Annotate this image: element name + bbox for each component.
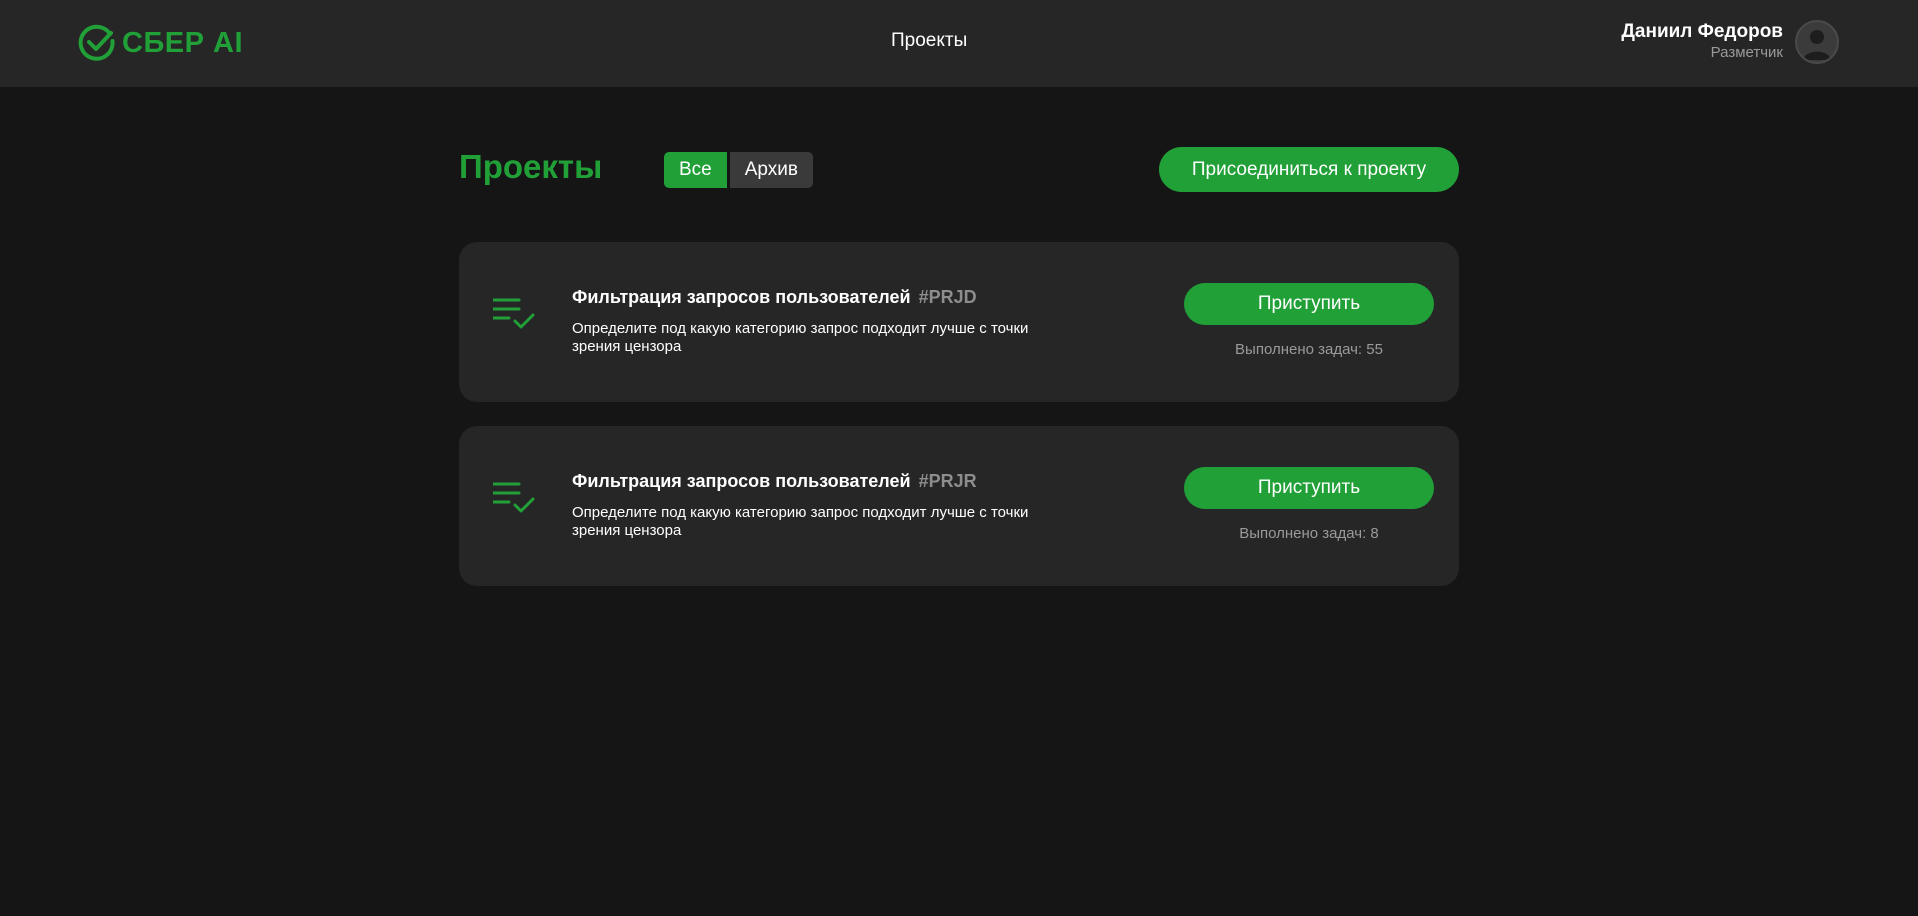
project-title-row: Фильтрация запросов пользователей #PRJD bbox=[572, 287, 977, 308]
checklist-icon bbox=[493, 298, 535, 329]
project-card: Фильтрация запросов пользователей #PRJR О… bbox=[459, 426, 1459, 586]
tab-all[interactable]: Все bbox=[664, 152, 727, 188]
tab-archive[interactable]: Архив bbox=[729, 152, 813, 188]
project-code: #PRJD bbox=[918, 287, 977, 307]
project-description: Определите под какую категорию запрос по… bbox=[572, 504, 1029, 539]
user-name: Даниил Федоров bbox=[1621, 21, 1783, 42]
join-project-button[interactable]: Присоединиться к проекту bbox=[1159, 147, 1459, 192]
logo[interactable]: СБЕР AI bbox=[78, 22, 243, 64]
page-title: Проекты bbox=[459, 148, 603, 185]
project-filter-tabs: Все Архив bbox=[664, 152, 813, 188]
user-avatar-icon[interactable] bbox=[1795, 20, 1839, 64]
project-title: Фильтрация запросов пользователей bbox=[572, 287, 911, 307]
project-card: Фильтрация запросов пользователей #PRJD О… bbox=[459, 242, 1459, 402]
user-info: Даниил Федоров Разметчик bbox=[1621, 20, 1783, 62]
nav-projects-link[interactable]: Проекты bbox=[891, 30, 967, 52]
avatar-person-icon bbox=[1803, 30, 1831, 60]
logo-text: СБЕР AI bbox=[122, 26, 244, 59]
checklist-icon bbox=[493, 482, 535, 513]
start-project-button[interactable]: Приступить bbox=[1184, 283, 1434, 325]
completed-tasks-count: Выполнено задач: 55 bbox=[1235, 341, 1383, 358]
project-description: Определите под какую категорию запрос по… bbox=[572, 320, 1029, 355]
project-title: Фильтрация запросов пользователей bbox=[572, 471, 911, 491]
sber-check-icon bbox=[78, 24, 115, 61]
start-project-button[interactable]: Приступить bbox=[1184, 467, 1434, 509]
project-title-row: Фильтрация запросов пользователей #PRJR bbox=[572, 471, 977, 492]
project-code: #PRJR bbox=[918, 471, 977, 491]
user-role: Разметчик bbox=[1710, 44, 1783, 61]
completed-tasks-count: Выполнено задач: 8 bbox=[1239, 525, 1379, 542]
top-bar: СБЕР AI Проекты Даниил Федоров Разметчик bbox=[0, 0, 1918, 87]
